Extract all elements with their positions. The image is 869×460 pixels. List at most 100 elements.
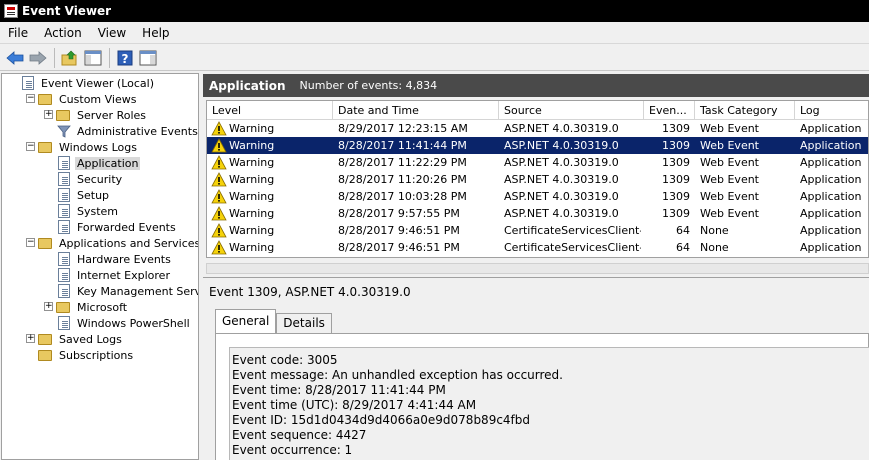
tree-item-windows-powershell[interactable]: Windows PowerShell bbox=[56, 315, 192, 331]
tree-item-hardware-events[interactable]: Hardware Events bbox=[56, 251, 173, 267]
source-cell: CertificateServicesClient-... bbox=[504, 241, 641, 254]
column-header-date-time[interactable]: Date and Time bbox=[333, 101, 499, 120]
event-id-cell: 64 bbox=[676, 224, 690, 237]
table-row[interactable]: Warning 8/28/2017 11:20:26 PM ASP.NET 4.0.… bbox=[207, 171, 868, 188]
title-bar: Event Viewer bbox=[0, 0, 869, 22]
log-cell: Application bbox=[800, 122, 862, 135]
tree-item-label: Event Viewer (Local) bbox=[41, 76, 154, 90]
toolbar-separator bbox=[54, 47, 55, 68]
tree-item-event-viewer-local[interactable]: Event Viewer (Local) bbox=[20, 75, 156, 91]
table-row[interactable]: Warning 8/28/2017 10:03:28 PM ASP.NET 4.0.… bbox=[207, 188, 868, 205]
general-tab-panel: Event code: 3005 Event message: An unhand… bbox=[215, 333, 869, 460]
table-row[interactable]: Warning 8/29/2017 12:23:15 AM ASP.NET 4.0.… bbox=[207, 120, 868, 137]
tree-item-label: Windows PowerShell bbox=[77, 316, 190, 330]
collapse-icon[interactable]: − bbox=[26, 94, 35, 103]
tree-item-label: Key Management Service bbox=[77, 284, 198, 298]
list-detail-divider[interactable] bbox=[203, 260, 869, 276]
event-description-box[interactable]: Event code: 3005 Event message: An unhand… bbox=[229, 347, 869, 460]
collapse-icon[interactable]: − bbox=[26, 142, 35, 151]
horizontal-scrollbar[interactable] bbox=[206, 263, 869, 274]
event-list[interactable]: Level Date and Time Source Even... Task Cate… bbox=[206, 100, 869, 258]
folder-icon bbox=[38, 235, 54, 251]
date-cell: 8/28/2017 11:22:29 PM bbox=[338, 156, 467, 169]
menu-file[interactable]: File bbox=[0, 26, 36, 40]
tree-item-server-roles[interactable]: + Server Roles bbox=[44, 107, 148, 123]
tree-item-microsoft[interactable]: + Microsoft bbox=[44, 299, 129, 315]
event-detail-line: Event sequence: 4427 bbox=[232, 428, 367, 442]
show-hide-console-tree-button[interactable] bbox=[82, 47, 104, 69]
forward-arrow-icon bbox=[29, 50, 47, 65]
task-category-cell: Web Event bbox=[700, 190, 759, 203]
tree-item-label: System bbox=[77, 204, 119, 218]
collapse-icon[interactable]: − bbox=[26, 238, 35, 247]
task-category-cell: Web Event bbox=[700, 139, 759, 152]
up-folder-icon bbox=[61, 50, 77, 65]
tree-item-label: Application bbox=[75, 156, 141, 170]
tree-item-windows-logs[interactable]: − Windows Logs bbox=[26, 139, 139, 155]
event-detail-line: Event ID: 15d1d0434d9d4066a0e9d078b89c4f… bbox=[232, 413, 531, 427]
folder-icon bbox=[38, 347, 54, 363]
source-cell: ASP.NET 4.0.30319.0 bbox=[504, 139, 619, 152]
tree-item-administrative-events[interactable]: Administrative Events bbox=[56, 123, 198, 139]
table-row[interactable]: Warning 8/28/2017 9:57:55 PM ASP.NET 4.0.3… bbox=[207, 205, 868, 222]
event-id-cell: 1309 bbox=[662, 173, 690, 186]
tab-details[interactable]: Details bbox=[276, 313, 332, 333]
show-hide-action-pane-button[interactable] bbox=[137, 47, 159, 69]
table-row[interactable]: Warning 8/28/2017 11:22:29 PM ASP.NET 4.0.… bbox=[207, 154, 868, 171]
tree-item-setup[interactable]: Setup bbox=[56, 187, 111, 203]
tree-item-label: Microsoft bbox=[77, 300, 128, 314]
level-cell: Warning bbox=[229, 173, 275, 186]
log-cell: Application bbox=[800, 241, 862, 254]
tree-item-key-management-service[interactable]: Key Management Service bbox=[56, 283, 198, 299]
tree-item-label: Custom Views bbox=[59, 92, 137, 106]
tree-item-security[interactable]: Security bbox=[56, 171, 124, 187]
column-header-task-category[interactable]: Task Category bbox=[695, 101, 795, 120]
back-button[interactable] bbox=[4, 47, 26, 69]
tree-item-application[interactable]: Application bbox=[56, 155, 141, 171]
warning-icon bbox=[211, 240, 227, 255]
event-id-cell: 1309 bbox=[662, 122, 690, 135]
expand-icon[interactable]: + bbox=[44, 110, 53, 119]
help-button[interactable]: ? bbox=[114, 47, 136, 69]
tree-item-forwarded-events[interactable]: Forwarded Events bbox=[56, 219, 178, 235]
event-id-cell: 1309 bbox=[662, 207, 690, 220]
column-header-level[interactable]: Level bbox=[207, 101, 333, 120]
tree-item-subscriptions[interactable]: Subscriptions bbox=[38, 347, 135, 363]
up-one-level-button[interactable] bbox=[59, 47, 81, 69]
event-count: Number of events: 4,834 bbox=[299, 79, 438, 92]
event-id-cell: 1309 bbox=[662, 156, 690, 169]
menu-help[interactable]: Help bbox=[134, 26, 177, 40]
tree-item-label: Subscriptions bbox=[59, 348, 134, 362]
log-cell: Application bbox=[800, 173, 862, 186]
event-log-icon bbox=[56, 203, 72, 219]
source-cell: ASP.NET 4.0.30319.0 bbox=[504, 156, 619, 169]
table-row[interactable]: Warning 8/28/2017 9:46:51 PM CertificateSe… bbox=[207, 222, 868, 239]
menu-action[interactable]: Action bbox=[36, 26, 90, 40]
tree-item-label: Setup bbox=[77, 188, 110, 202]
tree-item-applications-and-services-logs[interactable]: − Applications and Services Logs bbox=[26, 235, 198, 251]
source-cell: ASP.NET 4.0.30319.0 bbox=[504, 190, 619, 203]
tree-item-label: Windows Logs bbox=[59, 140, 137, 154]
column-header-log[interactable]: Log bbox=[795, 101, 868, 120]
expand-icon[interactable]: + bbox=[26, 334, 35, 343]
tree-item-custom-views[interactable]: − Custom Views bbox=[26, 91, 138, 107]
table-row[interactable]: Warning 8/28/2017 11:41:44 PM ASP.NET 4.0.… bbox=[207, 137, 868, 154]
warning-icon bbox=[211, 206, 227, 221]
tree-item-system[interactable]: System bbox=[56, 203, 120, 219]
column-header-event-id[interactable]: Even... bbox=[644, 101, 695, 120]
column-header-source[interactable]: Source bbox=[499, 101, 644, 120]
event-detail-line: Event message: An unhandled exception ha… bbox=[232, 368, 563, 382]
level-cell: Warning bbox=[229, 207, 275, 220]
tab-general[interactable]: General bbox=[215, 309, 277, 333]
date-cell: 8/28/2017 9:46:51 PM bbox=[338, 224, 460, 237]
menu-view[interactable]: View bbox=[90, 26, 134, 40]
forward-button[interactable] bbox=[27, 47, 49, 69]
event-id-cell: 1309 bbox=[662, 139, 690, 152]
table-row[interactable]: Warning 8/28/2017 9:46:51 PM CertificateSe… bbox=[207, 239, 868, 256]
log-header-bar: Application Number of events: 4,834 bbox=[203, 74, 869, 97]
filter-icon bbox=[56, 123, 72, 139]
tree-item-saved-logs[interactable]: + Saved Logs bbox=[26, 331, 124, 347]
console-tree[interactable]: Event Viewer (Local) − Custom Views + Server… bbox=[1, 73, 199, 460]
expand-icon[interactable]: + bbox=[44, 302, 53, 311]
tree-item-internet-explorer[interactable]: Internet Explorer bbox=[56, 267, 172, 283]
